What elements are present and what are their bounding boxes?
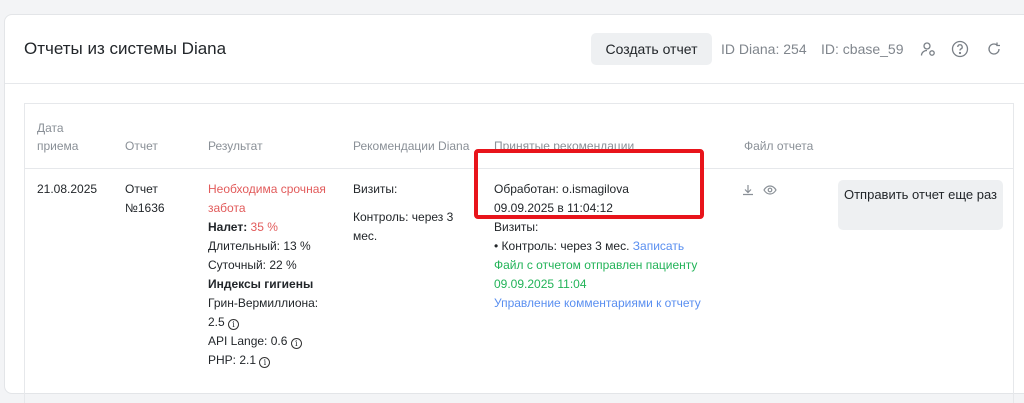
col-report: Отчет xyxy=(125,139,158,153)
col-date: Дата приема xyxy=(37,121,79,153)
accepted-visits: Визиты: xyxy=(494,220,539,234)
php-line: PHP: 2.1 i xyxy=(208,351,333,370)
diana-control: Контроль: через 3 мес. xyxy=(353,210,454,243)
col-report-file: Файл отчета xyxy=(744,139,814,153)
col-diana-recs: Рекомендации Diana xyxy=(353,139,470,153)
card-header: Отчеты из системы Diana Создать отчет ID… xyxy=(5,15,1024,84)
row-date: 21.08.2025 xyxy=(37,182,98,196)
green-vermillion-line: 2.5 i xyxy=(208,313,333,332)
hygiene-title: Индексы гигиены xyxy=(208,277,314,291)
user-settings-icon[interactable] xyxy=(917,38,939,60)
api-line: API Lange: 0.6 i xyxy=(208,332,333,351)
col-result: Результат xyxy=(208,139,263,153)
info-icon[interactable]: i xyxy=(228,319,240,330)
info-icon[interactable]: i xyxy=(259,357,271,368)
help-icon[interactable] xyxy=(949,38,971,60)
plaque-line: Налет: 35 % xyxy=(208,220,278,234)
row-report: Отчет №1636 xyxy=(125,182,165,215)
reports-table: Дата приема Отчет Результат Рекомендации… xyxy=(24,103,1014,403)
info-icon[interactable]: i xyxy=(290,338,302,349)
download-icon[interactable] xyxy=(741,183,755,197)
sent-status: Файл с отчетом отправлен пациенту xyxy=(494,258,698,272)
refresh-icon[interactable] xyxy=(983,38,1005,60)
diana-visits: Визиты: xyxy=(353,182,398,196)
urgent-status: Необходима срочная забота xyxy=(208,182,326,215)
daily-plaque: Суточный: 22 % xyxy=(208,258,297,272)
sent-date: 09.09.2025 11:04 xyxy=(494,277,587,291)
cbase-id: ID: cbase_59 xyxy=(821,41,904,57)
highlight-box xyxy=(474,149,704,219)
long-plaque: Длительный: 13 % xyxy=(208,239,311,253)
diana-id: ID Diana: 254 xyxy=(721,41,807,57)
eye-icon[interactable] xyxy=(763,183,777,197)
book-link[interactable]: Записать xyxy=(633,239,684,253)
result-cell: Необходима срочная забота Налет: 35 % Дл… xyxy=(208,180,333,370)
green-vermillion-label: Грин-Вермиллиона: xyxy=(208,296,319,310)
diana-recs-cell: Визиты: Контроль: через 3 мес. xyxy=(353,180,463,246)
page-title: Отчеты из системы Diana xyxy=(24,39,227,58)
create-report-button[interactable]: Создать отчет xyxy=(591,33,712,65)
accepted-control-line: • Контроль: через 3 мес. Записать xyxy=(494,239,685,253)
manage-comments-link[interactable]: Управление комментариями к отчету xyxy=(494,294,734,313)
resend-report-button[interactable]: Отправить отчет еще раз xyxy=(838,180,1003,230)
